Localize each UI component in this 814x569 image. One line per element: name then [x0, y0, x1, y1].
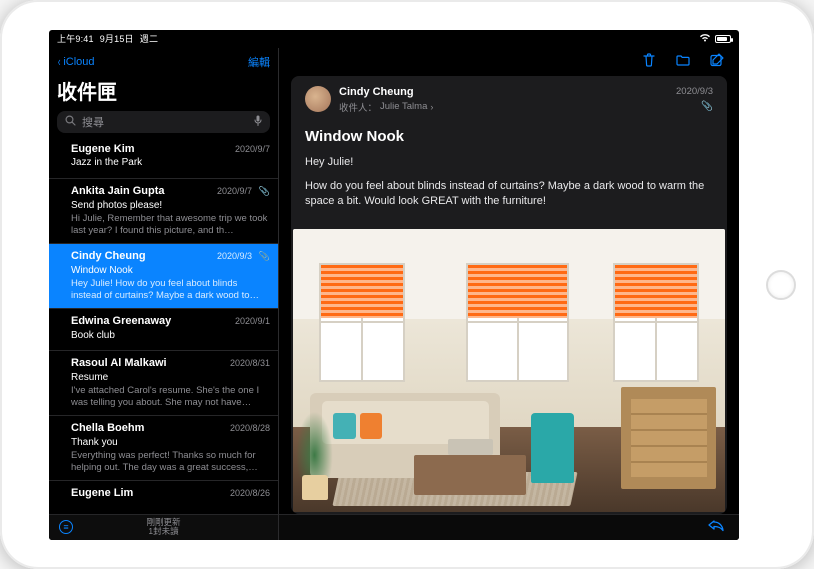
email-date: 2020/9/7: [217, 186, 252, 196]
from-name[interactable]: Cindy Cheung: [339, 86, 433, 98]
to-label: 收件人：: [339, 100, 377, 114]
email-subject: Send photos please!: [71, 200, 270, 213]
list-item[interactable]: Edwina Greenaway 2020/9/1 Book club: [49, 309, 278, 351]
search-icon: [65, 115, 76, 129]
ipad-frame: 上午9:41 9月15日 週二 ‹ iCloud: [0, 0, 814, 569]
email-subject: Jazz in the Park: [71, 157, 270, 170]
back-button[interactable]: ‹ iCloud: [57, 54, 95, 69]
sender-name: Cindy Cheung: [71, 250, 146, 264]
sender-name: Rasoul Al Malkawi: [71, 357, 167, 371]
search-placeholder: 搜尋: [82, 114, 104, 130]
sidebar-footer: ≡ 剛剛更新 1封未讀: [49, 514, 278, 540]
list-item[interactable]: Eugene Kim 2020/9/7 Jazz in the Park: [49, 137, 278, 179]
message-header: Cindy Cheung 收件人： Julie Talma › 2020/9/3…: [291, 76, 727, 122]
status-bar: 上午9:41 9月15日 週二: [49, 30, 739, 48]
sender-name: Edwina Greenaway: [71, 315, 171, 329]
email-subject: Resume: [71, 372, 270, 385]
sender-name: Eugene Lim: [71, 487, 133, 501]
attachment-icon: 📎: [259, 186, 270, 196]
body-text: How do you feel about blinds instead of …: [305, 179, 713, 209]
email-preview: Hi Julie, Remember that awesome trip we …: [71, 213, 270, 236]
home-button[interactable]: [766, 270, 796, 300]
email-preview: I've attached Carol's resume. She's the …: [71, 385, 270, 408]
search-input[interactable]: 搜尋: [57, 111, 270, 133]
battery-icon: [715, 35, 731, 43]
filter-icon[interactable]: ≡: [59, 520, 73, 534]
back-label: iCloud: [63, 56, 94, 68]
edit-button[interactable]: 編輯: [248, 54, 270, 70]
unread-count: 1封未讀: [146, 527, 180, 536]
attachment-icon: 📎: [701, 101, 713, 112]
email-list[interactable]: Eugene Kim 2020/9/7 Jazz in the Park Ank…: [49, 137, 278, 514]
chevron-left-icon: ‹: [58, 54, 61, 69]
email-subject: Thank you: [71, 437, 270, 450]
message-card: Cindy Cheung 收件人： Julie Talma › 2020/9/3…: [291, 76, 727, 514]
message-body: Hey Julie! How do you feel about blinds …: [291, 155, 727, 230]
message-pane: Cindy Cheung 收件人： Julie Talma › 2020/9/3…: [279, 48, 739, 540]
attachment-image[interactable]: [293, 229, 725, 511]
email-preview: Hey Julie! How do you feel about blinds …: [71, 278, 270, 301]
reply-icon[interactable]: [707, 518, 725, 537]
email-date: 2020/9/7: [235, 144, 270, 155]
compose-icon[interactable]: [709, 52, 725, 68]
email-date: 2020/8/28: [230, 423, 270, 434]
inbox-sidebar: ‹ iCloud 編輯 收件匣 搜尋: [49, 48, 279, 540]
list-item[interactable]: Ankita Jain Gupta 2020/9/7 📎 Send photos…: [49, 179, 278, 244]
sender-name: Chella Boehm: [71, 422, 144, 436]
chevron-right-icon: ›: [430, 102, 433, 112]
folder-icon[interactable]: [675, 52, 691, 68]
sender-name: Ankita Jain Gupta: [71, 185, 165, 199]
message-subject: Window Nook: [291, 122, 727, 155]
status-date: 9月15日: [100, 32, 134, 45]
avatar[interactable]: [305, 86, 331, 112]
inbox-title: 收件匣: [57, 74, 270, 111]
trash-icon[interactable]: [641, 52, 657, 68]
email-preview: Everything was perfect! Thanks so much f…: [71, 450, 270, 473]
body-greeting: Hey Julie!: [305, 155, 713, 170]
screen: 上午9:41 9月15日 週二 ‹ iCloud: [49, 30, 739, 540]
content-toolbar: [279, 48, 739, 72]
email-subject: Window Nook: [71, 265, 270, 278]
message-date: 2020/9/3: [676, 86, 713, 97]
status-time: 上午9:41: [57, 32, 94, 45]
list-item[interactable]: Cindy Cheung 2020/9/3 📎 Window Nook Hey …: [49, 244, 278, 309]
list-item[interactable]: Rasoul Al Malkawi 2020/8/31 Resume I've …: [49, 351, 278, 416]
wifi-icon: [699, 33, 711, 45]
status-weekday: 週二: [140, 32, 158, 45]
to-name: Julie Talma: [380, 101, 427, 112]
email-date: 2020/8/26: [230, 488, 270, 499]
email-date: 2020/9/3: [217, 251, 252, 261]
email-date: 2020/9/1: [235, 316, 270, 327]
sender-name: Eugene Kim: [71, 143, 135, 157]
dictation-icon[interactable]: [254, 115, 262, 129]
list-item[interactable]: Chella Boehm 2020/8/28 Thank you Everyth…: [49, 416, 278, 481]
email-date: 2020/8/31: [230, 358, 270, 369]
attachment-icon: 📎: [259, 251, 270, 261]
to-line[interactable]: 收件人： Julie Talma ›: [339, 100, 433, 114]
content-footer: [279, 514, 739, 540]
list-item[interactable]: Eugene Lim 2020/8/26: [49, 481, 278, 508]
email-subject: Book club: [71, 330, 270, 343]
